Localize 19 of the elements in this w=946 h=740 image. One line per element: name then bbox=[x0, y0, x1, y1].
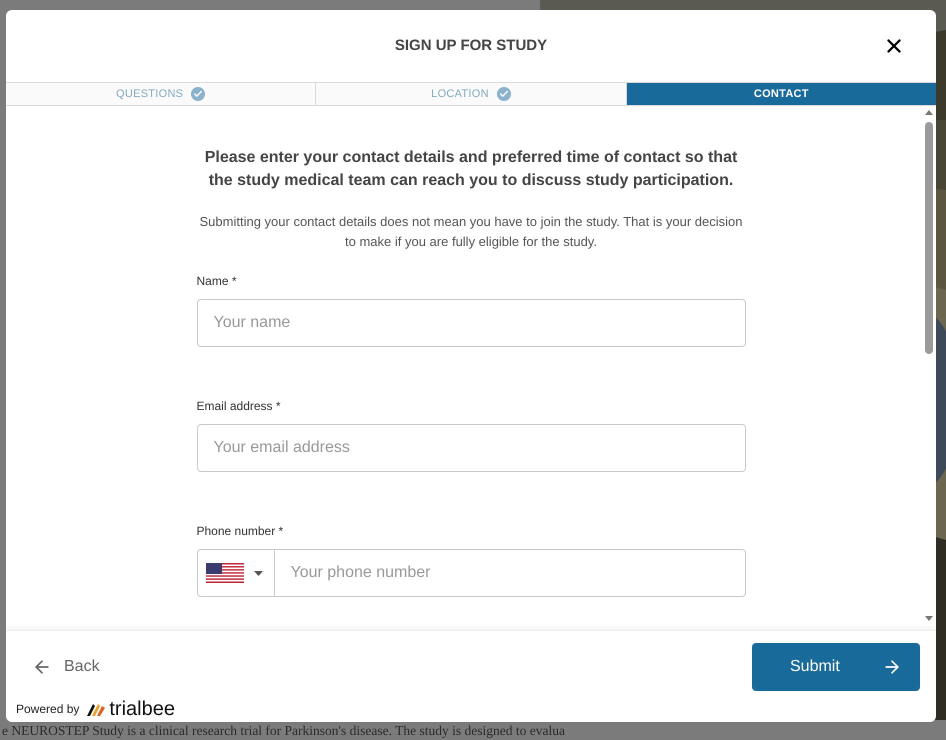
logo-icon bbox=[87, 702, 106, 716]
intro-text: Please enter your contact details and preferred time of contact so that the study medical team can reach you to discuss study participation. bbox=[204, 148, 738, 191]
field-label: Email address * bbox=[196, 398, 282, 415]
step-tab[interactable]: CONTACT bbox=[626, 83, 936, 105]
phone-input[interactable]: Your phone number bbox=[274, 561, 744, 585]
field-label: Phone number * bbox=[196, 523, 284, 540]
input-field[interactable]: Your name bbox=[196, 299, 746, 347]
page-text: e NEUROSTEP Study is a clinical research trial for Parkinson's disease. The study is designed to evalua bbox=[2, 723, 565, 739]
powered-by-text: Powered by bbox=[16, 701, 80, 718]
dialog-title: SIGN UP FOR STUDY bbox=[394, 36, 548, 56]
field-label: Name * bbox=[196, 273, 238, 290]
note-text: Submitting your contact details does not mean you have to join the study. That is your decision to make if you are fully eligible for the study. bbox=[198, 213, 744, 251]
input-field[interactable]: Your email address bbox=[196, 424, 746, 472]
back-button[interactable]: Back bbox=[32, 655, 100, 679]
phone-field[interactable]: Your phone number bbox=[196, 549, 746, 597]
submit-button[interactable]: Submit bbox=[752, 643, 920, 691]
caret-icon bbox=[254, 570, 262, 576]
brand-name: trialbee bbox=[109, 699, 175, 719]
flag-icon bbox=[206, 563, 244, 583]
